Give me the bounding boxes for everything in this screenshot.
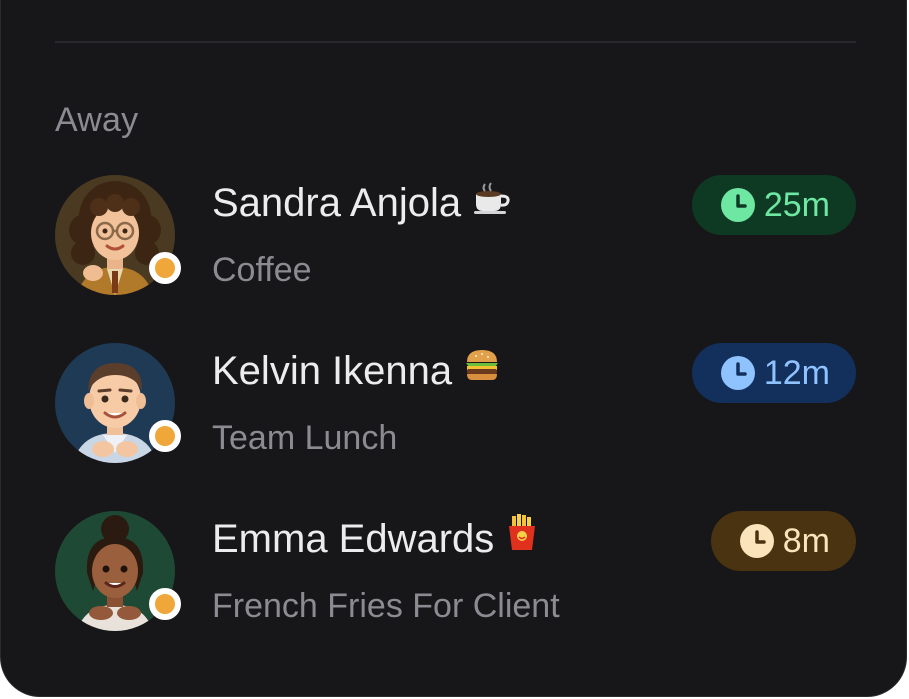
- person-status-text: Team Lunch: [212, 419, 398, 457]
- person-row-sandra[interactable]: Sandra Anjola Coffee 25m: [55, 175, 856, 305]
- clock-icon: [739, 524, 774, 558]
- away-duration-badge: 25m: [691, 175, 856, 235]
- person-row-emma[interactable]: Emma Edwards French Fries For Client 8m: [55, 511, 856, 641]
- away-duration-text: 12m: [763, 353, 830, 392]
- person-name-row: Kelvin Ikenna: [212, 349, 500, 394]
- person-status-text: Coffee: [212, 251, 312, 289]
- avatar-container[interactable]: [55, 343, 181, 463]
- burger-emoji-icon: [464, 347, 500, 392]
- away-status-dot: [149, 252, 181, 284]
- away-status-dot: [149, 420, 181, 452]
- person-name: Kelvin Ikenna: [212, 349, 453, 393]
- avatar-container[interactable]: [55, 511, 181, 631]
- clock-icon: [720, 356, 755, 390]
- section-title-away: Away: [55, 101, 139, 139]
- person-row-kelvin[interactable]: Kelvin Ikenna Team Lunch 12m: [55, 343, 856, 473]
- fries-emoji-icon: [506, 514, 538, 560]
- coffee-emoji-icon: [473, 179, 511, 224]
- clock-icon: [720, 188, 755, 222]
- away-status-dot: [149, 588, 181, 620]
- away-duration-text: 8m: [782, 521, 830, 560]
- away-duration-text: 25m: [763, 185, 830, 224]
- person-status-text: French Fries For Client: [212, 587, 560, 625]
- away-duration-badge: 8m: [710, 511, 856, 571]
- person-name-row: Sandra Anjola: [212, 181, 511, 226]
- away-duration-badge: 12m: [691, 343, 856, 403]
- avatar-container[interactable]: [55, 175, 181, 295]
- person-name: Emma Edwards: [212, 517, 495, 561]
- person-name: Sandra Anjola: [212, 181, 462, 225]
- away-list-panel: Away Sandra Anjola Coffee 25m Kelvin Ike…: [0, 0, 907, 697]
- person-name-row: Emma Edwards: [212, 514, 538, 562]
- divider: [55, 41, 856, 43]
